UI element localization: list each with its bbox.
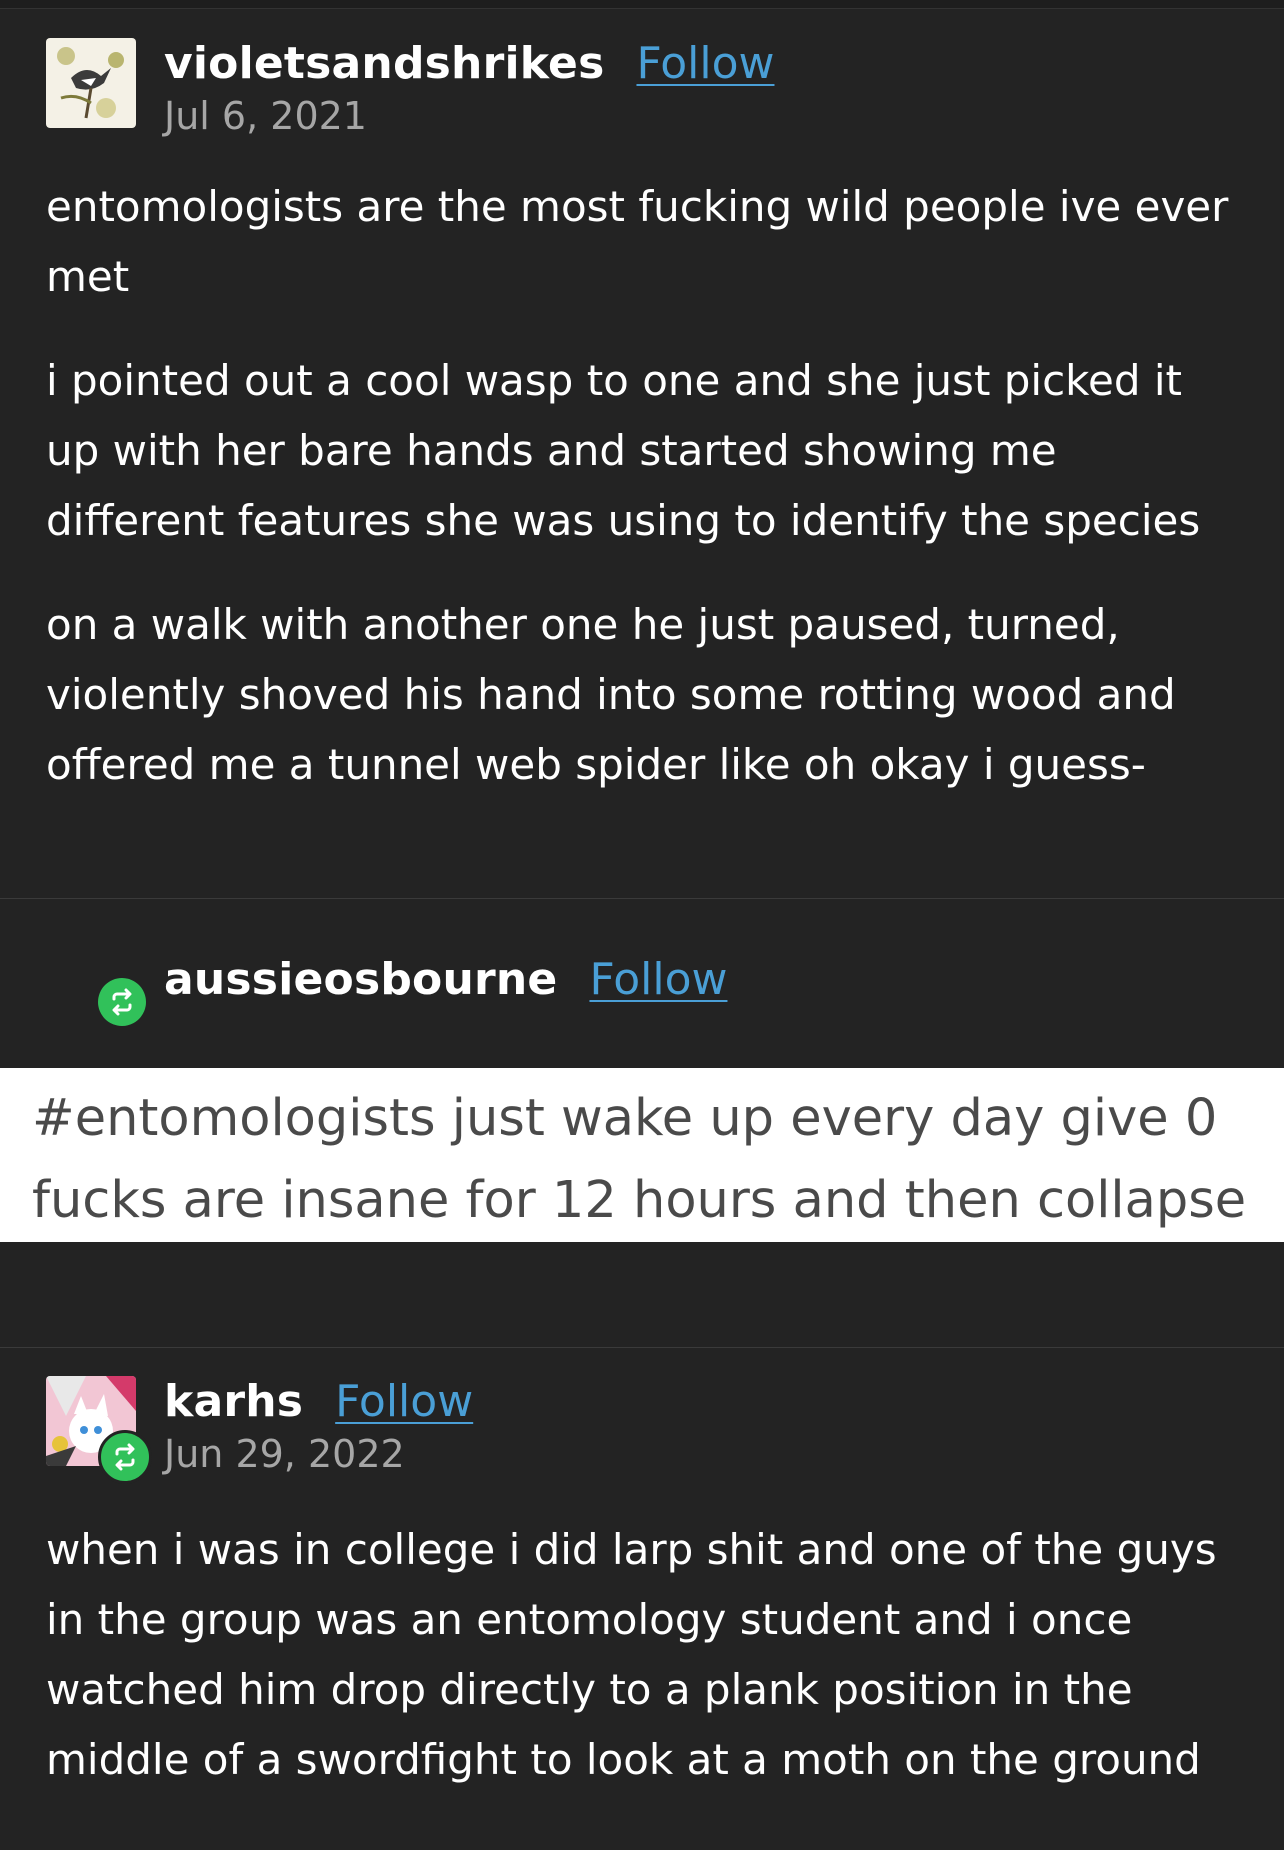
avatar-violetsandshrikes[interactable] bbox=[46, 38, 136, 128]
top-edge bbox=[0, 0, 1284, 9]
reblog-icon bbox=[98, 1430, 152, 1484]
post-header-violetsandshrikes: violetsandshrikes Follow Jul 6, 2021 bbox=[46, 38, 774, 138]
bird-avatar-icon bbox=[46, 38, 136, 128]
post-date[interactable]: Jul 6, 2021 bbox=[164, 94, 774, 138]
tags-box: #entomologists just wake up every day gi… bbox=[0, 1068, 1284, 1242]
reblog-icon bbox=[98, 978, 146, 1026]
username[interactable]: violetsandshrikes bbox=[164, 38, 604, 89]
paragraph: entomologists are the most fucking wild … bbox=[46, 182, 1229, 301]
post-header-aussieosbourne: aussieosbourne Follow bbox=[164, 954, 727, 1008]
username[interactable]: karhs bbox=[164, 1376, 303, 1427]
paragraph: on a walk with another one he just pause… bbox=[46, 600, 1176, 789]
post-date[interactable]: Jun 29, 2022 bbox=[164, 1432, 473, 1476]
post-divider bbox=[0, 1347, 1284, 1348]
post-divider bbox=[0, 898, 1284, 899]
follow-button[interactable]: Follow bbox=[636, 38, 774, 89]
follow-button[interactable]: Follow bbox=[589, 954, 727, 1005]
post-body-karhs: when i was in college i did larp shit an… bbox=[46, 1515, 1246, 1795]
follow-button[interactable]: Follow bbox=[335, 1376, 473, 1427]
post-body-violetsandshrikes: entomologists are the most fucking wild … bbox=[46, 172, 1246, 800]
username[interactable]: aussieosbourne bbox=[164, 954, 557, 1005]
paragraph: i pointed out a cool wasp to one and she… bbox=[46, 356, 1201, 545]
tags-text[interactable]: #entomologists just wake up every day gi… bbox=[32, 1078, 1282, 1242]
paragraph: when i was in college i did larp shit an… bbox=[46, 1525, 1217, 1784]
